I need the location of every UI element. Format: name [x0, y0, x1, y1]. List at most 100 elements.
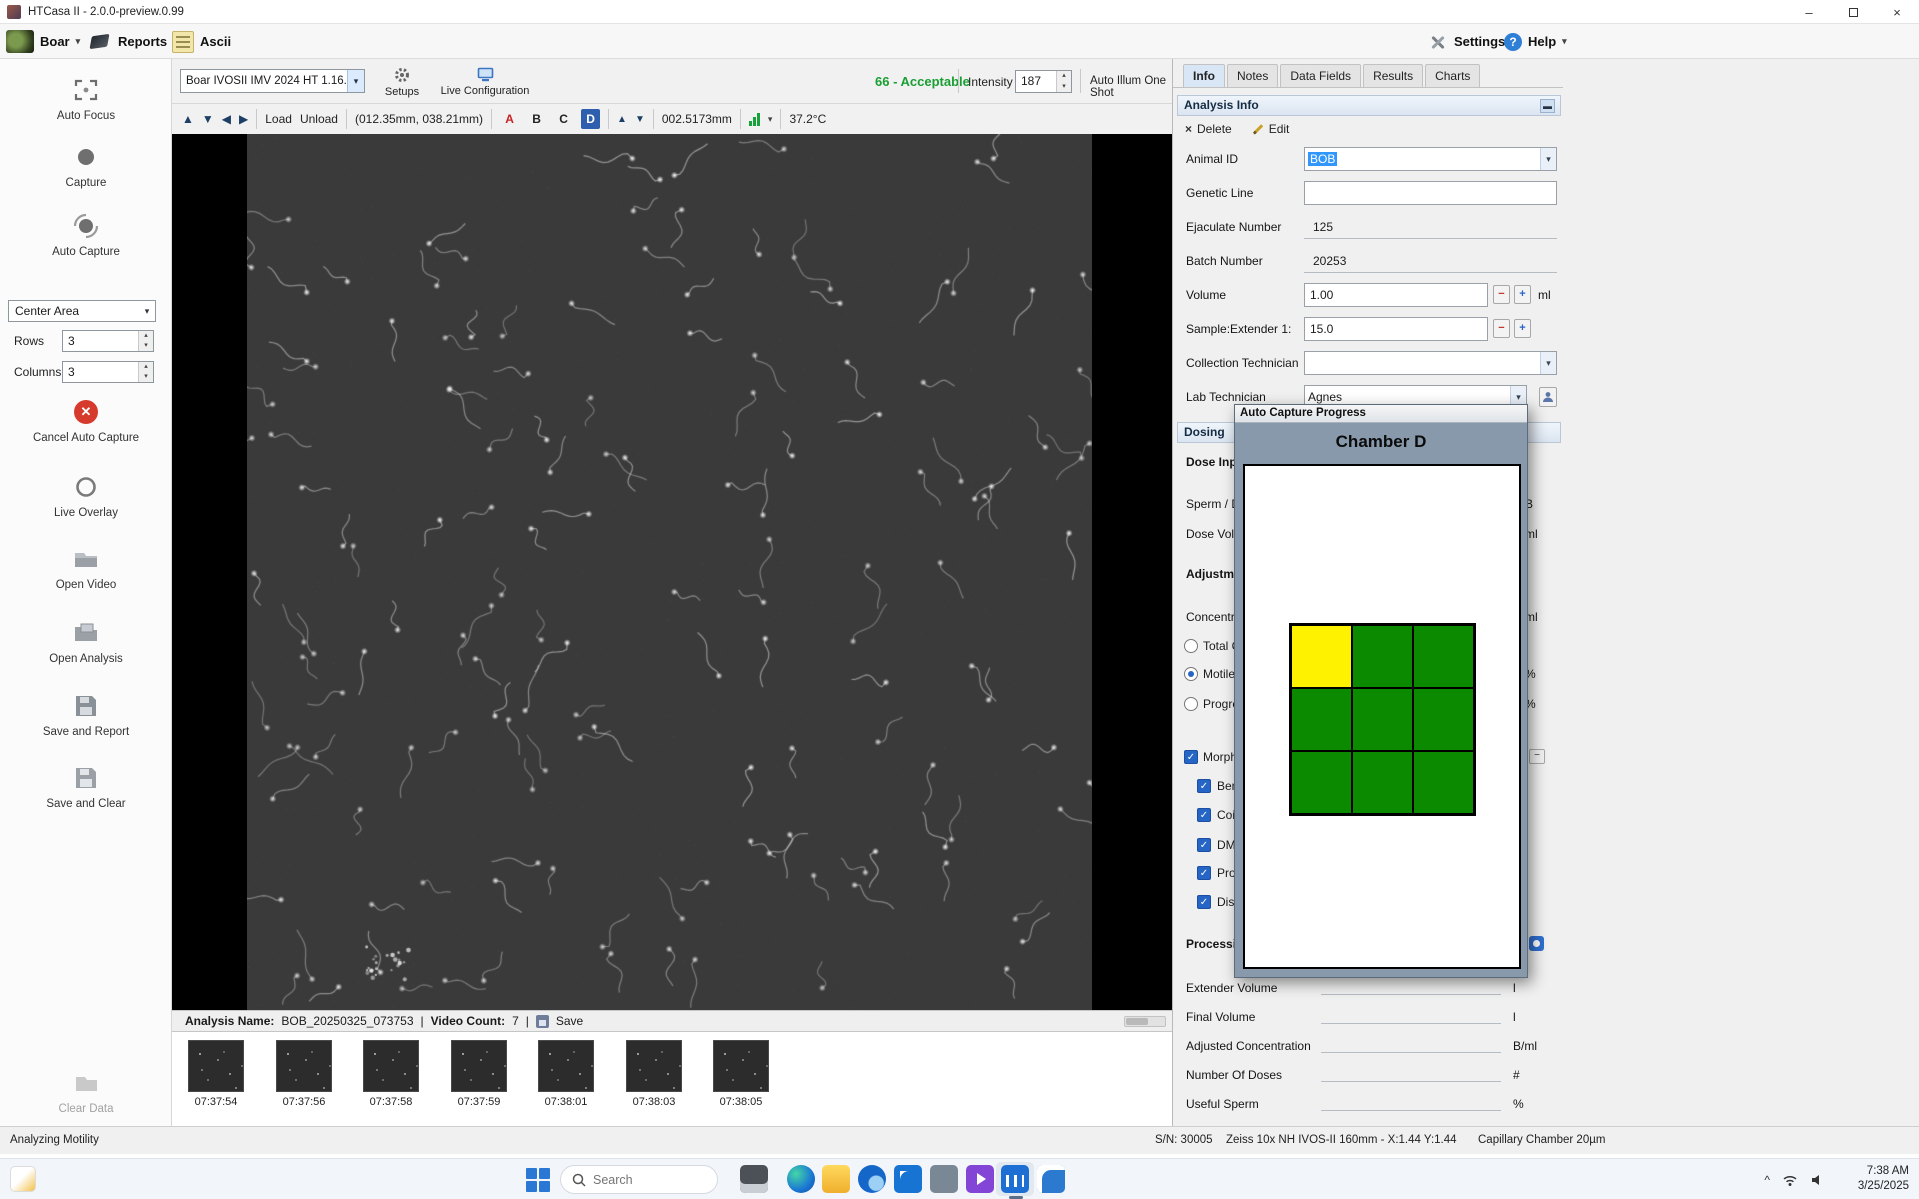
menu-settings[interactable]: Settings	[1428, 24, 1505, 59]
video-thumbnail[interactable]: 07:38:01	[538, 1040, 594, 1108]
tab-results[interactable]: Results	[1363, 64, 1423, 87]
tray-expand-icon[interactable]: ^	[1764, 1173, 1770, 1187]
volume-icon[interactable]	[1810, 1173, 1824, 1187]
stage-right-button[interactable]: ▶	[239, 112, 248, 126]
animal-id-select[interactable]: BOB ▾	[1304, 147, 1557, 171]
video-thumbnail[interactable]: 07:37:59	[451, 1040, 507, 1108]
delete-button[interactable]: ×Delete	[1185, 122, 1232, 136]
save-and-report-button[interactable]: Save and Report	[0, 692, 172, 738]
rows-stepper[interactable]: 3 ▴▾	[62, 330, 154, 352]
unload-button[interactable]: Unload	[300, 112, 338, 126]
coiled-checkbox[interactable]: ✓	[1197, 808, 1211, 822]
edit-button[interactable]: Edit	[1252, 122, 1290, 136]
morph-checkbox[interactable]: ✓	[1184, 750, 1198, 764]
capture-button[interactable]: Capture	[0, 143, 172, 189]
menu-boar[interactable]: Boar ▾	[6, 24, 80, 59]
volume-increment-button[interactable]: +	[1514, 285, 1531, 304]
open-video-button[interactable]: Open Video	[0, 545, 172, 591]
taskbar-search[interactable]	[560, 1165, 718, 1194]
close-button[interactable]: ×	[1875, 0, 1919, 24]
distal-checkbox[interactable]: ✓	[1197, 895, 1211, 909]
morph-collapse-button[interactable]: −	[1529, 749, 1545, 764]
save-and-clear-button[interactable]: Save and Clear	[0, 764, 172, 810]
volume-field[interactable]: 1.00	[1304, 283, 1488, 307]
open-analysis-button[interactable]: Open Analysis	[0, 619, 172, 665]
taskbar-app-file-explorer-icon[interactable]	[740, 1165, 768, 1193]
collection-technician-select[interactable]: ▾	[1304, 351, 1557, 375]
sample-extender-increment-button[interactable]: +	[1514, 319, 1531, 338]
maximize-button[interactable]	[1831, 0, 1875, 24]
popup-titlebar[interactable]: Auto Capture Progress	[1235, 405, 1527, 423]
video-thumbnail[interactable]: 07:38:03	[626, 1040, 682, 1108]
minimize-button[interactable]: –	[1787, 0, 1831, 24]
ejaculate-number-field[interactable]: 125	[1304, 215, 1557, 239]
stage-up-button[interactable]: ▲	[182, 112, 194, 126]
live-overlay-button[interactable]: Live Overlay	[0, 473, 172, 519]
focus-down-button[interactable]: ▼	[635, 114, 645, 125]
columns-stepper[interactable]: 3 ▴▾	[62, 361, 154, 383]
chamber-a-button[interactable]: A	[500, 109, 519, 129]
tab-charts[interactable]: Charts	[1425, 64, 1480, 87]
motile-radio[interactable]	[1184, 667, 1198, 681]
save-videos-button[interactable]: Save	[556, 1014, 583, 1028]
signal-strength-icon[interactable]	[749, 113, 760, 126]
intensity-spin-buttons[interactable]: ▴▾	[1056, 71, 1071, 92]
genetic-line-field[interactable]	[1304, 181, 1557, 205]
taskbar-app-icon[interactable]	[1037, 1165, 1065, 1193]
taskbar-app-browser-icon[interactable]	[858, 1165, 886, 1193]
columns-spin-buttons[interactable]: ▴▾	[138, 362, 153, 382]
start-button[interactable]	[525, 1167, 551, 1193]
bent-checkbox[interactable]: ✓	[1197, 779, 1211, 793]
sample-extender-field[interactable]: 15.0	[1304, 317, 1488, 341]
tab-info[interactable]: Info	[1183, 64, 1225, 87]
stage-down-button[interactable]: ▼	[202, 112, 214, 126]
video-thumbnail[interactable]: 07:37:56	[276, 1040, 332, 1108]
chamber-d-button[interactable]: D	[581, 109, 600, 129]
video-thumbnail[interactable]: 07:37:58	[363, 1040, 419, 1108]
search-input[interactable]	[593, 1173, 703, 1187]
batch-number-field[interactable]: 20253	[1304, 249, 1557, 273]
stage-left-button[interactable]: ◀	[222, 112, 231, 126]
video-thumbnail[interactable]: 07:38:05	[713, 1040, 769, 1108]
auto-focus-button[interactable]: Auto Focus	[0, 76, 172, 122]
proximal-checkbox[interactable]: ✓	[1197, 866, 1211, 880]
collapse-button[interactable]: ▬	[1540, 99, 1555, 113]
chamber-c-button[interactable]: C	[554, 109, 573, 129]
network-icon[interactable]	[1782, 1173, 1798, 1187]
live-configuration-button[interactable]: Live Configuration	[430, 62, 540, 102]
menu-reports[interactable]: Reports	[88, 24, 167, 59]
capture-area-select[interactable]: Center Area ▾	[8, 300, 156, 322]
analysis-horizontal-scrollbar[interactable]	[1124, 1016, 1166, 1027]
volume-decrement-button[interactable]: −	[1493, 285, 1510, 304]
cancel-auto-capture-button[interactable]: ✕ Cancel Auto Capture	[0, 398, 172, 444]
taskbar-app-icon[interactable]	[930, 1165, 958, 1193]
intensity-stepper[interactable]: 187 ▴▾	[1015, 70, 1072, 93]
clear-data-button[interactable]: Clear Data	[0, 1069, 172, 1115]
dmr-checkbox[interactable]: ✓	[1197, 838, 1211, 852]
taskbar-app-folder-icon[interactable]	[822, 1165, 850, 1193]
auto-illum-button[interactable]: Auto Illum One Shot	[1090, 75, 1172, 99]
rows-spin-buttons[interactable]: ▴▾	[138, 331, 153, 351]
sample-extender-decrement-button[interactable]: −	[1493, 319, 1510, 338]
focus-up-button[interactable]: ▲	[617, 114, 627, 125]
load-button[interactable]: Load	[265, 112, 292, 126]
chamber-b-button[interactable]: B	[527, 109, 546, 129]
processing-icon[interactable]	[1529, 936, 1544, 951]
total-concentration-radio[interactable]	[1184, 639, 1198, 653]
preset-select[interactable]: Boar IVOSII IMV 2024 HT 1.16. ▾	[180, 69, 365, 93]
setups-button[interactable]: Setups	[378, 62, 426, 102]
menu-help[interactable]: ? Help ▾	[1504, 24, 1567, 59]
video-thumbnail[interactable]: 07:37:54	[188, 1040, 244, 1108]
taskbar-clock[interactable]: 7:38 AM 3/25/2025	[1858, 1164, 1909, 1194]
taskbar-widget-icon[interactable]	[10, 1166, 36, 1192]
tab-data-fields[interactable]: Data Fields	[1280, 64, 1361, 87]
taskbar-app-media-icon[interactable]	[966, 1165, 994, 1193]
taskbar-app-edge-icon[interactable]	[787, 1165, 815, 1193]
taskbar-app-htcasa-icon[interactable]	[1001, 1165, 1029, 1193]
edit-technicians-button[interactable]	[1539, 387, 1557, 407]
taskbar-app-store-icon[interactable]	[894, 1165, 922, 1193]
menu-ascii[interactable]: Ascii	[172, 24, 231, 59]
progressive-radio[interactable]	[1184, 697, 1198, 711]
auto-capture-button[interactable]: Auto Capture	[0, 212, 172, 258]
tab-notes[interactable]: Notes	[1227, 64, 1278, 87]
